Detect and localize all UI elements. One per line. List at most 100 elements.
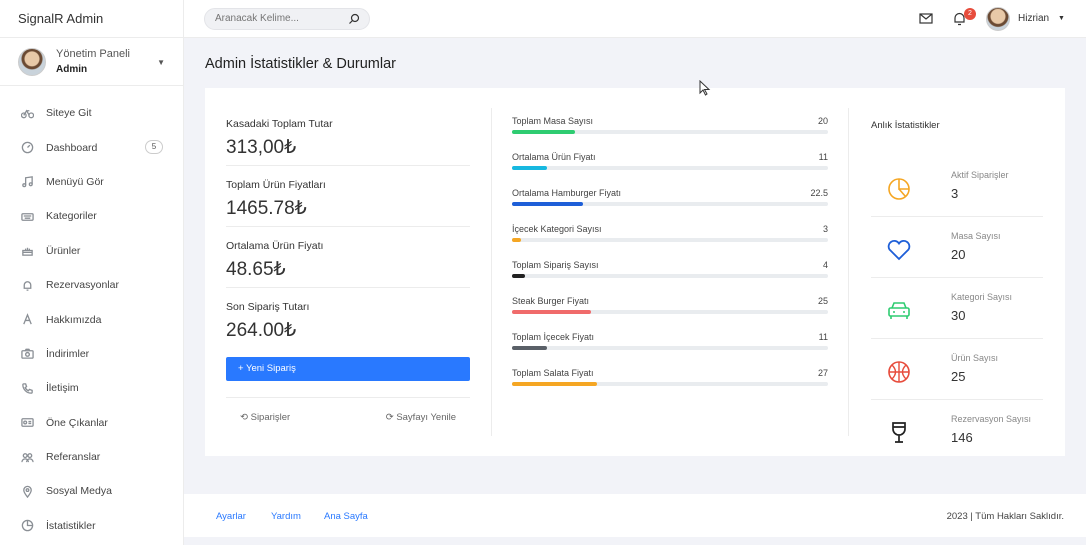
topbar: 2 Hizrian ▼: [184, 0, 1086, 38]
live-stat-item: Ürün Sayısı 25: [871, 339, 1043, 400]
progress-column: Toplam Masa Sayısı 20 Ortalama Ürün Fiyatı…: [512, 116, 828, 404]
stat-last-order: Son Sipariş Tutarı 264.00₺: [226, 288, 470, 349]
live-stats-title: Anlık İstatistikler: [871, 120, 940, 131]
live-stat-item: Aktif Siparişler 3: [871, 156, 1043, 217]
live-stat-value: 25: [951, 369, 966, 384]
live-stat-value: 30: [951, 308, 966, 323]
sidebar-item-rezervasyonlar[interactable]: Rezervasyonlar: [0, 268, 183, 302]
progress-label: İçecek Kategori Sayısı: [512, 224, 602, 234]
progress-track: [512, 202, 828, 206]
progress-row: Toplam Sipariş Sayısı 4: [512, 260, 828, 296]
car-icon: [886, 298, 912, 324]
footer: Ayarlar Yardım Ana Sayfa 2023 | Tüm Hakl…: [184, 494, 1086, 537]
stat-value: 48.65₺: [226, 259, 286, 280]
progress-value: 11: [818, 152, 828, 162]
progress-fill: [512, 382, 598, 386]
sidebar-item-label: İstatistikler: [46, 519, 96, 532]
sidebar-item-label: Öne Çıkanlar: [46, 416, 108, 429]
sidebar-item-urunler[interactable]: Ürünler: [0, 234, 183, 268]
sidebar-item-menuyu-gor[interactable]: Menüyü Gör: [0, 165, 183, 199]
progress-fill: [512, 346, 547, 350]
sidebar-item-sosyal-medya[interactable]: Sosyal Medya: [0, 474, 183, 508]
refresh-link-label: Sayfayı Yenile: [396, 412, 456, 423]
orders-link[interactable]: ⟲ Siparişler: [240, 412, 290, 423]
progress-label: Steak Burger Fiyatı: [512, 296, 590, 306]
sidebar-item-label: Dashboard: [46, 141, 98, 154]
sidebar-item-siteye-git[interactable]: Siteye Git: [0, 96, 183, 130]
progress-track: [512, 274, 828, 278]
user-avatar[interactable]: [986, 7, 1010, 31]
progress-track: [512, 346, 828, 350]
sidebar-item-kategoriler[interactable]: Kategoriler: [0, 199, 183, 233]
progress-label: Toplam Sipariş Sayısı: [512, 260, 599, 270]
search-icon[interactable]: [348, 13, 360, 25]
divider: [491, 108, 492, 436]
bell-icon: [20, 278, 34, 292]
progress-row: Ortalama Hamburger Fiyatı 22.5: [512, 188, 828, 224]
cake-icon: [20, 244, 34, 258]
dashboard-badge: 5: [145, 140, 163, 155]
sidebar-item-indirimler[interactable]: İndirimler: [0, 337, 183, 371]
sidebar-item-referanslar[interactable]: Referanslar: [0, 440, 183, 474]
live-stat-label: Kategori Sayısı: [951, 292, 1013, 302]
search-input[interactable]: [215, 13, 335, 24]
history-icon: ⟲: [240, 412, 251, 423]
sidebar-item-label: Rezervasyonlar: [46, 279, 119, 292]
refresh-link[interactable]: ⟳ Sayfayı Yenile: [386, 412, 456, 423]
summary-footer: ⟲ Siparişler ⟳ Sayfayı Yenile: [226, 397, 470, 435]
basketball-icon: [886, 359, 912, 385]
stat-label: Toplam Ürün Fiyatları: [226, 179, 326, 191]
stat-cash-total: Kasadaki Toplam Tutar 313,00₺: [226, 88, 470, 166]
caret-down-icon[interactable]: ▼: [1058, 15, 1065, 22]
profile-name: Admin: [56, 64, 88, 75]
footer-link-yardim[interactable]: Yardım: [271, 511, 301, 522]
progress-track: [512, 166, 828, 170]
summary-column: Kasadaki Toplam Tutar 313,00₺ Toplam Ürü…: [226, 88, 470, 349]
footer-link-ayarlar[interactable]: Ayarlar: [216, 511, 246, 522]
sidebar-item-istatistikler[interactable]: İstatistikler: [0, 509, 183, 543]
caret-down-icon[interactable]: ▼: [157, 58, 165, 67]
bicycle-icon: [20, 106, 34, 120]
progress-value: 27: [817, 368, 828, 378]
live-stat-label: Masa Sayısı: [951, 231, 1001, 241]
progress-value: 11: [818, 332, 828, 342]
progress-row: İçecek Kategori Sayısı 3: [512, 224, 828, 260]
progress-track: [512, 238, 828, 242]
font-icon: [20, 313, 34, 327]
music-icon: [20, 175, 34, 189]
progress-row: Toplam Masa Sayısı 20: [512, 116, 828, 152]
sidebar-item-label: İndirimler: [46, 347, 90, 360]
live-stat-label: Rezervasyon Sayısı: [951, 414, 1032, 424]
profile-panel[interactable]: Yönetim Paneli Admin ▼: [0, 38, 183, 86]
profile-role: Yönetim Paneli: [56, 48, 130, 60]
progress-fill: [512, 238, 522, 242]
sidebar-item-label: Kategoriler: [46, 210, 97, 223]
live-stat-item: Masa Sayısı 20: [871, 217, 1043, 278]
search-box[interactable]: [204, 8, 370, 30]
brand-title[interactable]: SignalR Admin: [0, 0, 183, 38]
sidebar: SignalR Admin Yönetim Paneli Admin ▼ Sit…: [0, 0, 184, 545]
stat-value: 313,00₺: [226, 137, 297, 158]
user-name[interactable]: Hizrian: [1018, 13, 1049, 24]
progress-fill: [512, 310, 591, 314]
progress-fill: [512, 166, 547, 170]
sidebar-item-iletisim[interactable]: İletişim: [0, 371, 183, 405]
live-stat-item: Kategori Sayısı 30: [871, 278, 1043, 339]
sidebar-item-hakkimizda[interactable]: Hakkımızda: [0, 302, 183, 336]
footer-link-ana-sayfa[interactable]: Ana Sayfa: [324, 511, 368, 522]
sidebar-item-dashboard[interactable]: Dashboard 5: [0, 130, 183, 164]
mail-icon[interactable]: [919, 13, 933, 24]
progress-value: 22.5: [810, 188, 828, 198]
live-stat-label: Ürün Sayısı: [951, 353, 999, 363]
sidebar-item-one-cikanlar[interactable]: Öne Çıkanlar: [0, 406, 183, 440]
stat-average-price: Ortalama Ürün Fiyatı 48.65₺: [226, 227, 470, 288]
new-order-button[interactable]: + Yeni Sipariş: [226, 357, 470, 381]
progress-fill: [512, 202, 584, 206]
sidebar-item-label: Hakkımızda: [46, 313, 102, 326]
progress-value: 25: [817, 296, 828, 306]
gauge-icon: [20, 141, 34, 155]
pie-chart-icon: [886, 176, 912, 202]
progress-label: Toplam İçecek Fiyatı: [512, 332, 595, 342]
phone-icon: [20, 381, 34, 395]
stat-label: Ortalama Ürün Fiyatı: [226, 240, 324, 252]
